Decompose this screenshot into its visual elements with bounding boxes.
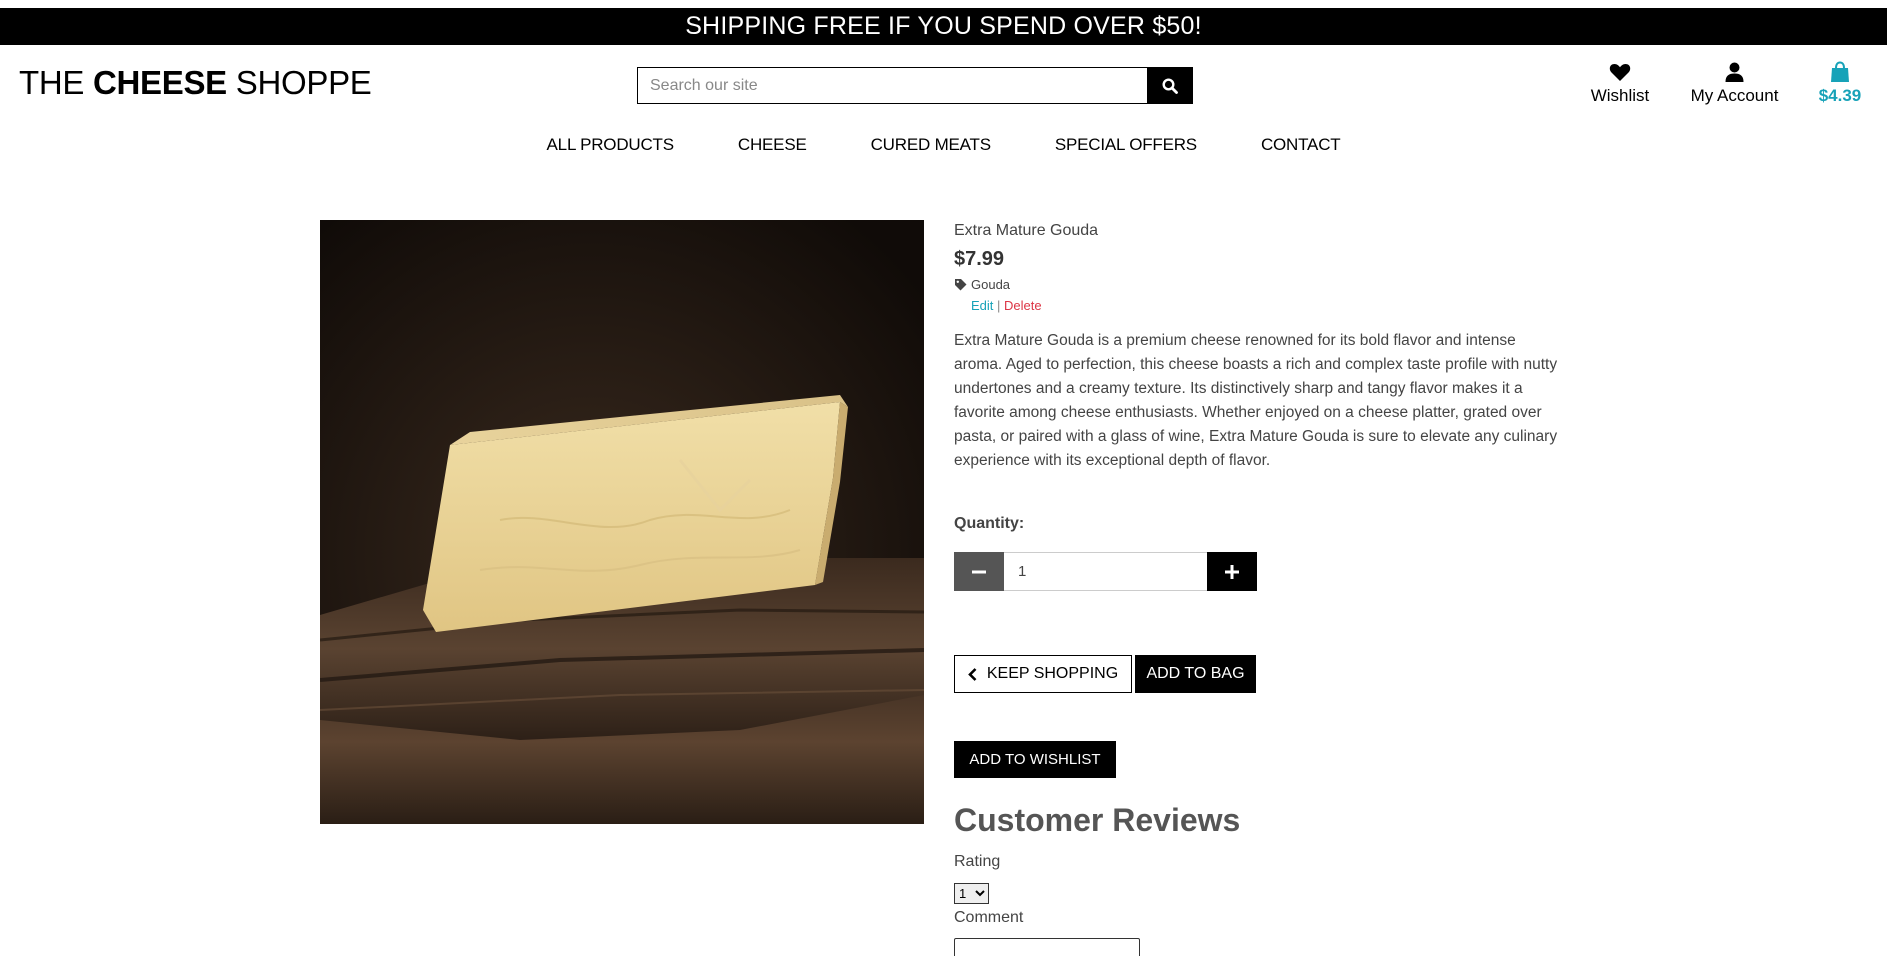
shopping-bag-icon [1831,61,1849,82]
logo-part-the: THE [19,64,93,101]
shopping-bag-link[interactable]: $4.39 [1810,60,1870,106]
heart-icon [1609,64,1631,81]
search-button[interactable] [1147,67,1193,104]
wishlist-link[interactable]: Wishlist [1585,60,1655,106]
logo-part-shoppe: SHOPPE [226,64,372,101]
user-icon [1725,62,1744,82]
product-name: Extra Mature Gouda [954,222,1099,239]
my-account-link[interactable]: My Account [1687,60,1782,106]
tag-icon [955,279,967,291]
nav-special-offers[interactable]: SPECIAL OFFERS [1055,135,1197,155]
add-to-bag-button[interactable]: ADD TO BAG [1135,655,1256,693]
comment-label: Comment [954,909,1024,926]
delete-link[interactable]: Delete [1004,298,1042,313]
quantity-label: Quantity: [954,515,1025,532]
bag-total: $4.39 [1818,86,1862,105]
product-price: $7.99 [954,248,1005,270]
product-image [320,220,924,824]
keep-shopping-label: KEEP SHOPPING [986,665,1119,682]
quantity-stepper [954,552,1257,591]
decrement-button[interactable] [954,552,1004,591]
add-to-wishlist-button[interactable]: ADD TO WISHLIST [954,741,1116,778]
product-category[interactable]: Gouda [954,277,1559,292]
nav-all-products[interactable]: ALL PRODUCTS [547,135,675,155]
nav-cured-meats[interactable]: CURED MEATS [871,135,991,155]
admin-separator: | [997,298,1001,313]
top-spacer [0,0,1887,8]
logo-part-cheese: CHEESE [92,64,227,101]
category-label: Gouda [971,277,1011,292]
search-form [637,67,1193,104]
search-icon [1162,77,1179,94]
site-logo[interactable]: THE CHEESE SHOPPE [19,64,372,102]
chevron-left-icon [968,667,977,681]
rating-select[interactable]: 1 [954,883,989,904]
increment-button[interactable] [1207,552,1257,591]
product-info: Extra Mature Gouda $7.99 Gouda Edit | De… [954,222,1559,473]
keep-shopping-button[interactable]: KEEP SHOPPING [954,655,1132,693]
edit-link[interactable]: Edit [971,298,993,313]
minus-icon [972,570,986,573]
quantity-input[interactable] [1004,552,1207,591]
shipping-banner: SHIPPING FREE IF YOU SPEND OVER $50! [0,8,1887,45]
rating-label: Rating [954,853,1001,870]
plus-icon [1225,564,1239,579]
my-account-label: My Account [1690,86,1779,105]
admin-actions: Edit | Delete [971,298,1559,313]
search-input[interactable] [637,67,1148,104]
nav-cheese[interactable]: CHEESE [738,135,807,155]
product-description: Extra Mature Gouda is a premium cheese r… [954,332,1558,469]
nav-contact[interactable]: CONTACT [1261,135,1341,155]
comment-textarea[interactable] [954,938,1140,956]
main-nav: ALL PRODUCTS CHEESE CURED MEATS SPECIAL … [0,135,1887,155]
customer-reviews-heading: Customer Reviews [954,802,1241,838]
wishlist-label: Wishlist [1590,86,1650,105]
